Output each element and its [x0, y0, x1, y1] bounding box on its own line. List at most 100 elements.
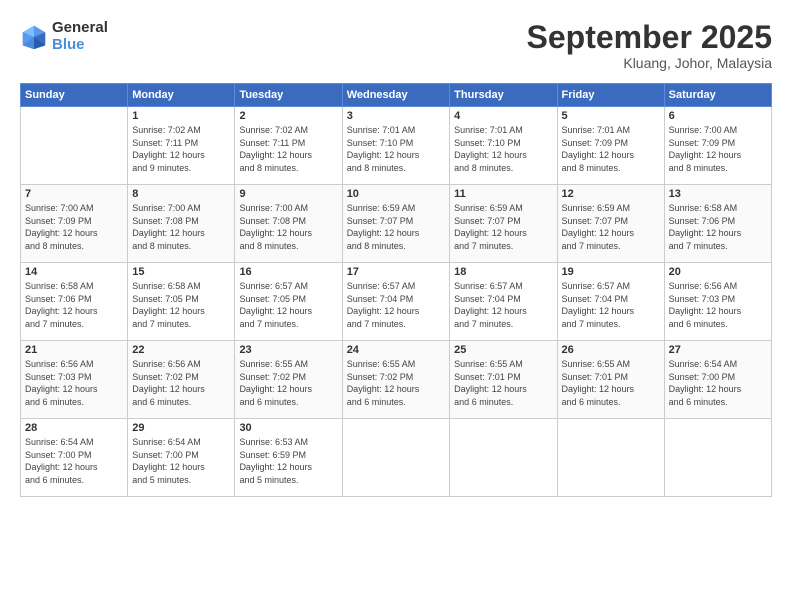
day-number: 26	[562, 344, 660, 356]
month-title: September 2025	[527, 20, 772, 55]
day-number: 17	[347, 266, 445, 278]
table-row: 25 Sunrise: 6:55 AM Sunset: 7:01 PM Dayli…	[450, 341, 557, 419]
table-row: 27 Sunrise: 6:54 AM Sunset: 7:00 PM Dayli…	[664, 341, 771, 419]
day-info: Sunrise: 6:58 AM Sunset: 7:06 PM Dayligh…	[25, 280, 123, 330]
day-info: Sunrise: 6:55 AM Sunset: 7:01 PM Dayligh…	[562, 358, 660, 408]
calendar-week-row: 14 Sunrise: 6:58 AM Sunset: 7:06 PM Dayli…	[21, 263, 772, 341]
table-row: 13 Sunrise: 6:58 AM Sunset: 7:06 PM Dayli…	[664, 185, 771, 263]
table-row: 6Sunrise: 7:00 AM Sunset: 7:09 PM Daylig…	[664, 107, 771, 185]
table-row	[21, 107, 128, 185]
day-info: Sunrise: 6:57 AM Sunset: 7:04 PM Dayligh…	[562, 280, 660, 330]
table-row: 7Sunrise: 7:00 AM Sunset: 7:09 PM Daylig…	[21, 185, 128, 263]
table-row: 16 Sunrise: 6:57 AM Sunset: 7:05 PM Dayli…	[235, 263, 342, 341]
day-number: 29	[132, 422, 230, 434]
table-row: 11 Sunrise: 6:59 AM Sunset: 7:07 PM Dayli…	[450, 185, 557, 263]
day-number: 14	[25, 266, 123, 278]
table-row: 29 Sunrise: 6:54 AM Sunset: 7:00 PM Dayli…	[128, 419, 235, 497]
calendar-table: Sunday Monday Tuesday Wednesday Thursday…	[20, 83, 772, 497]
table-row	[450, 419, 557, 497]
table-row: 2 Sunrise: 7:02 AM Sunset: 7:11 PM Daylig…	[235, 107, 342, 185]
logo-icon	[20, 23, 48, 51]
day-info: Sunrise: 6:56 AM Sunset: 7:02 PM Dayligh…	[132, 358, 230, 408]
day-number: 27	[669, 344, 767, 356]
day-number: 13	[669, 188, 767, 200]
table-row	[664, 419, 771, 497]
table-row: 1 Sunrise: 7:02 AM Sunset: 7:11 PM Daylig…	[128, 107, 235, 185]
col-friday: Friday	[557, 84, 664, 107]
day-number: 23	[239, 344, 337, 356]
page: General Blue September 2025 Kluang, Joho…	[0, 0, 792, 612]
day-info: Sunrise: 6:59 AM Sunset: 7:07 PM Dayligh…	[454, 202, 552, 252]
table-row: 4 Sunrise: 7:01 AM Sunset: 7:10 PM Daylig…	[450, 107, 557, 185]
calendar-week-row: 28 Sunrise: 6:54 AM Sunset: 7:00 PM Dayli…	[21, 419, 772, 497]
day-number: 28	[25, 422, 123, 434]
day-number: 19	[562, 266, 660, 278]
day-info: Sunrise: 6:55 AM Sunset: 7:01 PM Dayligh…	[454, 358, 552, 408]
day-info: Sunrise: 6:56 AM Sunset: 7:03 PM Dayligh…	[25, 358, 123, 408]
day-number: 10	[347, 188, 445, 200]
title-block: September 2025 Kluang, Johor, Malaysia	[527, 20, 772, 71]
table-row: 21 Sunrise: 6:56 AM Sunset: 7:03 PM Dayli…	[21, 341, 128, 419]
day-number: 8	[132, 188, 230, 200]
table-row: 24Sunrise: 6:55 AM Sunset: 7:02 PM Dayli…	[342, 341, 449, 419]
day-number: 15	[132, 266, 230, 278]
day-number: 16	[239, 266, 337, 278]
day-info: Sunrise: 7:01 AM Sunset: 7:10 PM Dayligh…	[454, 124, 552, 174]
day-number: 4	[454, 110, 552, 122]
logo-line2: Blue	[52, 37, 108, 54]
table-row: 20Sunrise: 6:56 AM Sunset: 7:03 PM Dayli…	[664, 263, 771, 341]
day-info: Sunrise: 6:54 AM Sunset: 7:00 PM Dayligh…	[132, 436, 230, 486]
col-saturday: Saturday	[664, 84, 771, 107]
calendar-week-row: 21 Sunrise: 6:56 AM Sunset: 7:03 PM Dayli…	[21, 341, 772, 419]
table-row: 17 Sunrise: 6:57 AM Sunset: 7:04 PM Dayli…	[342, 263, 449, 341]
day-number: 11	[454, 188, 552, 200]
day-number: 18	[454, 266, 552, 278]
day-info: Sunrise: 7:02 AM Sunset: 7:11 PM Dayligh…	[239, 124, 337, 174]
logo-text: General Blue	[52, 20, 108, 53]
day-info: Sunrise: 7:02 AM Sunset: 7:11 PM Dayligh…	[132, 124, 230, 174]
logo-line1: General	[52, 20, 108, 37]
table-row: 12Sunrise: 6:59 AM Sunset: 7:07 PM Dayli…	[557, 185, 664, 263]
table-row: 3 Sunrise: 7:01 AM Sunset: 7:10 PM Daylig…	[342, 107, 449, 185]
table-row: 18 Sunrise: 6:57 AM Sunset: 7:04 PM Dayli…	[450, 263, 557, 341]
day-number: 12	[562, 188, 660, 200]
day-number: 21	[25, 344, 123, 356]
day-number: 30	[239, 422, 337, 434]
day-number: 2	[239, 110, 337, 122]
day-info: Sunrise: 6:57 AM Sunset: 7:04 PM Dayligh…	[347, 280, 445, 330]
table-row: 5Sunrise: 7:01 AM Sunset: 7:09 PM Daylig…	[557, 107, 664, 185]
day-number: 6	[669, 110, 767, 122]
day-info: Sunrise: 6:57 AM Sunset: 7:04 PM Dayligh…	[454, 280, 552, 330]
header: General Blue September 2025 Kluang, Joho…	[20, 20, 772, 71]
col-thursday: Thursday	[450, 84, 557, 107]
day-number: 3	[347, 110, 445, 122]
table-row: 9 Sunrise: 7:00 AM Sunset: 7:08 PM Daylig…	[235, 185, 342, 263]
day-number: 22	[132, 344, 230, 356]
day-info: Sunrise: 6:53 AM Sunset: 6:59 PM Dayligh…	[239, 436, 337, 486]
day-number: 7	[25, 188, 123, 200]
day-number: 1	[132, 110, 230, 122]
day-number: 9	[239, 188, 337, 200]
location: Kluang, Johor, Malaysia	[527, 55, 772, 71]
day-info: Sunrise: 7:00 AM Sunset: 7:08 PM Dayligh…	[132, 202, 230, 252]
table-row: 19 Sunrise: 6:57 AM Sunset: 7:04 PM Dayli…	[557, 263, 664, 341]
table-row	[342, 419, 449, 497]
table-row	[557, 419, 664, 497]
col-wednesday: Wednesday	[342, 84, 449, 107]
day-info: Sunrise: 6:55 AM Sunset: 7:02 PM Dayligh…	[239, 358, 337, 408]
col-tuesday: Tuesday	[235, 84, 342, 107]
day-info: Sunrise: 6:56 AM Sunset: 7:03 PM Dayligh…	[669, 280, 767, 330]
logo: General Blue	[20, 20, 108, 53]
day-info: Sunrise: 6:59 AM Sunset: 7:07 PM Dayligh…	[347, 202, 445, 252]
day-info: Sunrise: 6:55 AM Sunset: 7:02 PM Dayligh…	[347, 358, 445, 408]
day-info: Sunrise: 6:54 AM Sunset: 7:00 PM Dayligh…	[669, 358, 767, 408]
table-row: 8 Sunrise: 7:00 AM Sunset: 7:08 PM Daylig…	[128, 185, 235, 263]
day-number: 25	[454, 344, 552, 356]
day-info: Sunrise: 7:01 AM Sunset: 7:10 PM Dayligh…	[347, 124, 445, 174]
day-info: Sunrise: 7:00 AM Sunset: 7:08 PM Dayligh…	[239, 202, 337, 252]
day-info: Sunrise: 6:57 AM Sunset: 7:05 PM Dayligh…	[239, 280, 337, 330]
table-row: 23 Sunrise: 6:55 AM Sunset: 7:02 PM Dayli…	[235, 341, 342, 419]
day-info: Sunrise: 6:58 AM Sunset: 7:06 PM Dayligh…	[669, 202, 767, 252]
col-monday: Monday	[128, 84, 235, 107]
table-row: 10 Sunrise: 6:59 AM Sunset: 7:07 PM Dayli…	[342, 185, 449, 263]
